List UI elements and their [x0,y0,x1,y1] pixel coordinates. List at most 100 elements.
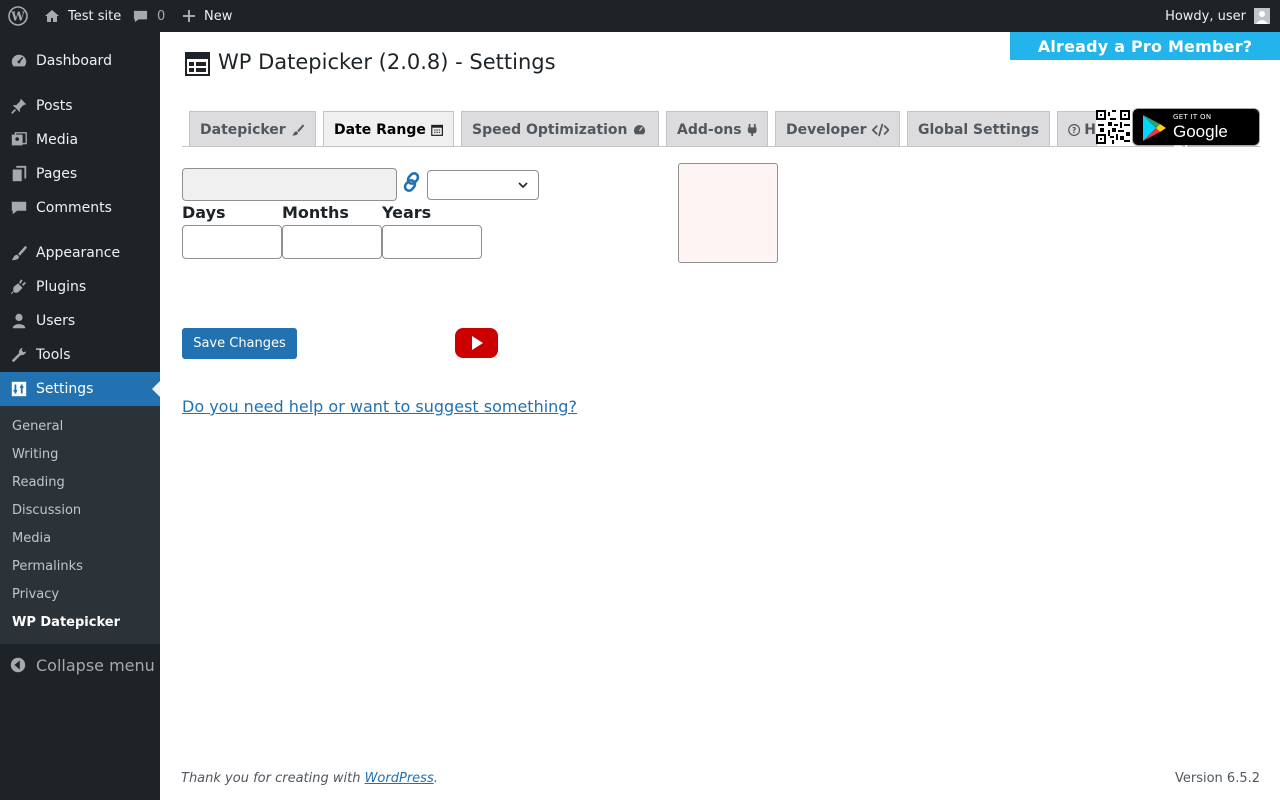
submenu-item-general[interactable]: General [12,419,63,434]
footer-thanks-suffix: . [433,771,438,786]
range-type-select[interactable] [427,170,539,200]
months-input[interactable] [282,225,382,259]
tab-add-ons[interactable]: Add-ons [666,111,768,147]
plug-icon [9,277,29,297]
sidebar-item-dashboard[interactable]: Dashboard [0,44,160,78]
color-preview-box[interactable] [678,163,778,263]
wrench-icon [9,345,29,365]
tab-label: Date Range [334,121,426,138]
submenu-item-permalinks[interactable]: Permalinks [12,559,83,574]
help-suggestion-link[interactable]: Do you need help or want to suggest some… [182,397,577,416]
youtube-icon[interactable] [455,328,498,362]
media-icon [9,130,29,150]
sidebar-item-label: Users [36,313,76,329]
calendar-icon [430,124,443,136]
save-changes-button[interactable]: Save Changes [182,328,297,359]
sidebar-item-label: Posts [36,98,73,114]
comment-icon [9,198,29,218]
sidebar-item-label: Dashboard [36,53,112,69]
sidebar-item-comments[interactable]: Comments [0,191,160,225]
settings-icon [9,379,29,399]
sidebar-item-label: Tools [36,347,71,363]
months-label: Months [282,203,349,222]
sidebar-item-media[interactable]: Media [0,123,160,157]
plug-icon [747,123,757,136]
google-play-badge[interactable]: GET IT ON Google Play [1132,108,1260,161]
wordpress-logo-icon[interactable]: W [8,0,28,32]
submenu-item-media[interactable]: Media [12,531,51,546]
tab-label: Speed Optimization [472,121,628,138]
chevron-down-icon [518,182,528,189]
plus-icon [182,9,196,23]
tab-label: H [1084,121,1096,138]
comment-icon [133,9,148,24]
collapse-arrow-icon [9,656,27,674]
link-icon[interactable] [401,171,423,197]
footer-thanks: Thank you for creating with WordPress. [181,771,438,786]
tabs-divider [182,146,1260,147]
brush-icon [9,243,29,263]
wordpress-link[interactable]: WordPress [365,771,434,786]
pages-icon [9,164,29,184]
page-title: WP Datepicker (2.0.8) - Settings [218,50,556,74]
avatar [1254,8,1270,24]
submenu-item-reading[interactable]: Reading [12,475,65,490]
new-label: New [204,8,233,24]
svg-text:W: W [10,10,25,24]
date-range-input[interactable] [182,168,397,201]
sidebar-item-appearance[interactable]: Appearance [0,236,160,270]
days-label: Days [182,203,226,222]
submenu-item-writing[interactable]: Writing [12,447,58,462]
submenu-item-wp-datepicker[interactable]: WP Datepicker [12,615,120,630]
tab-label: Datepicker [200,121,286,138]
sidebar-item-users[interactable]: Users [0,304,160,338]
tab-help[interactable]: ? H [1057,111,1097,147]
sidebar-item-label: Settings [36,381,94,397]
sidebar-item-plugins[interactable]: Plugins [0,270,160,304]
sidebar-item-tools[interactable]: Tools [0,338,160,372]
tab-label: Developer [786,121,867,138]
comments-count: 0 [157,8,166,24]
dashboard-icon [9,51,29,71]
years-input[interactable] [382,225,482,259]
collapse-menu-label: Collapse menu [36,655,155,675]
qr-code-icon [1096,110,1130,144]
submenu-item-discussion[interactable]: Discussion [12,503,81,518]
svg-text:?: ? [1072,126,1076,135]
comments-link[interactable]: 0 [133,0,165,32]
google-play-small-text: GET IT ON [1173,113,1212,121]
google-play-icon [1143,115,1166,141]
sidebar-item-pages[interactable]: Pages [0,157,160,191]
howdy-text: Howdy, user [1165,8,1246,24]
tab-global-settings[interactable]: Global Settings [907,111,1050,147]
tab-date-range[interactable]: Date Range [323,111,454,147]
sidebar-item-label: Media [36,132,79,148]
tab-label: Global Settings [918,121,1040,138]
home-icon [44,8,60,24]
sidebar-item-posts[interactable]: Posts [0,89,160,123]
days-input[interactable] [182,225,282,259]
admin-sidebar: Dashboard Posts Media Pages Comments App… [0,32,160,800]
pin-icon [9,96,29,116]
new-content-link[interactable]: New [182,0,232,32]
table-icon [185,52,210,80]
settings-submenu: General Writing Reading Discussion Media… [0,406,160,644]
site-name-link[interactable]: Test site [44,0,121,32]
sidebar-item-settings[interactable]: Settings [0,372,160,406]
brush-icon [292,123,305,136]
admin-bar: W Test site 0 New Howdy, user [0,0,1280,32]
footer-thanks-prefix: Thank you for creating with [181,771,365,786]
tab-label: Add-ons [677,121,742,138]
tab-datepicker[interactable]: Datepicker [189,111,316,147]
user-account-link[interactable]: Howdy, user [1165,0,1270,32]
tab-speed-optimization[interactable]: Speed Optimization [461,111,659,147]
google-play-big-text: Google Play [1173,122,1228,161]
sidebar-item-label: Plugins [36,279,87,295]
pro-member-banner[interactable]: Already a Pro Member? [1010,32,1280,60]
collapse-menu-button[interactable]: Collapse menu [0,648,160,682]
tab-developer[interactable]: Developer [775,111,900,147]
sidebar-item-label: Appearance [36,245,121,261]
submenu-item-privacy[interactable]: Privacy [12,587,59,602]
footer-version: Version 6.5.2 [1174,771,1260,786]
sidebar-item-label: Comments [36,200,112,216]
